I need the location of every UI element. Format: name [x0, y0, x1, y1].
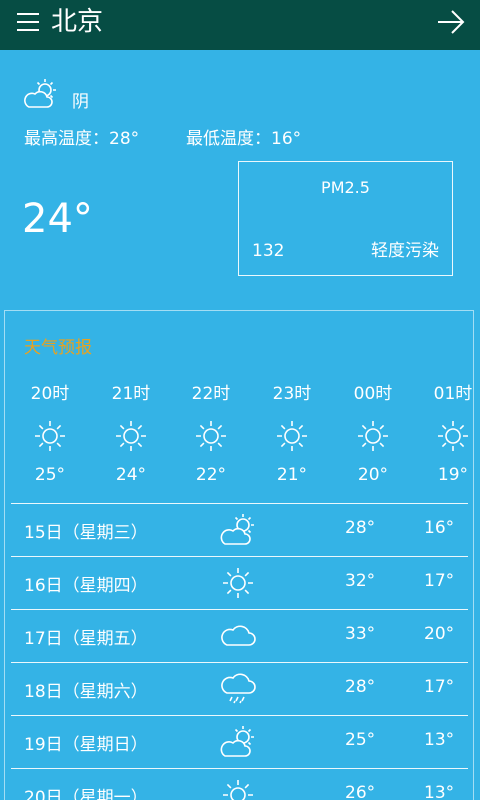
hour-time: 01时	[433, 384, 473, 404]
hour-time: 23时	[272, 384, 312, 404]
hour-temp: 22°	[195, 465, 227, 485]
daily-forecast: 15日（星期三） 28° 16° 16日（星期四） 32° 17° 17日（星期…	[11, 503, 468, 800]
day-high: 26°	[345, 783, 376, 800]
top-bar: 北京	[0, 0, 480, 50]
hour-temp: 21°	[276, 465, 308, 485]
current-condition: 阴	[72, 92, 89, 112]
hour-item: 01时 19°	[413, 381, 473, 485]
hour-item: 20时 25°	[10, 381, 90, 485]
day-high: 32°	[345, 571, 376, 591]
low-temperature: 最低温度：16°	[186, 129, 302, 149]
day-date: 16日（星期四）	[24, 576, 148, 596]
partly-cloudy-icon	[220, 725, 255, 757]
hour-time: 00时	[353, 384, 393, 404]
forecast-panel: 天气预报 20时 25° 21时 24° 22时 22° 23时 21° 00时…	[4, 310, 474, 800]
rain-icon	[221, 673, 256, 704]
day-row: 16日（星期四） 32° 17°	[11, 556, 468, 609]
pm25-level: 轻度污染	[371, 241, 439, 261]
day-high: 28°	[345, 518, 376, 538]
partly-cloudy-icon	[24, 79, 56, 108]
sun-icon	[276, 420, 308, 452]
sun-icon	[357, 420, 389, 452]
hour-time: 20时	[30, 384, 70, 404]
hour-item: 23时 21°	[252, 381, 332, 485]
pm25-value: 132	[252, 241, 285, 261]
day-row: 17日（星期五） 33° 20°	[11, 609, 468, 662]
cloud-icon	[221, 625, 256, 646]
sun-icon	[34, 420, 66, 452]
sun-icon	[437, 420, 469, 452]
forecast-title: 天气预报	[24, 338, 92, 358]
day-row: 18日（星期六） 28° 17°	[11, 662, 468, 715]
day-row: 15日（星期三） 28° 16°	[11, 503, 468, 556]
high-temperature: 最高温度：28°	[24, 129, 140, 149]
city-title: 北京	[51, 7, 104, 37]
hour-item: 22时 22°	[171, 381, 251, 485]
day-low: 17°	[424, 571, 455, 591]
day-date: 19日（星期日）	[24, 735, 148, 755]
hour-item: 00时 20°	[333, 381, 413, 485]
sun-icon	[195, 420, 227, 452]
day-low: 13°	[424, 783, 455, 800]
day-date: 20日（星期一）	[24, 788, 148, 800]
hour-temp: 25°	[34, 465, 66, 485]
hourly-forecast[interactable]: 20时 25° 21时 24° 22时 22° 23时 21° 00时 20° …	[5, 381, 473, 496]
day-low: 17°	[424, 677, 455, 697]
day-row: 20日（星期一） 26° 13°	[11, 768, 468, 800]
day-low: 16°	[424, 518, 455, 538]
hour-time: 21时	[111, 384, 151, 404]
hour-temp: 20°	[357, 465, 389, 485]
sun-icon	[222, 567, 254, 599]
hour-time: 22时	[191, 384, 231, 404]
current-temperature: 24°	[22, 196, 93, 242]
arrow-right-icon[interactable]	[436, 8, 466, 36]
day-low: 13°	[424, 730, 455, 750]
hour-item: 21时 24°	[91, 381, 171, 485]
sun-icon	[115, 420, 147, 452]
hour-temp: 19°	[437, 465, 469, 485]
hour-temp: 24°	[115, 465, 147, 485]
day-date: 18日（星期六）	[24, 682, 148, 702]
day-high: 25°	[345, 730, 376, 750]
partly-cloudy-icon	[220, 513, 255, 545]
pm25-panel: PM2.5 132 轻度污染	[238, 161, 453, 276]
menu-icon[interactable]	[17, 13, 39, 33]
day-date: 17日（星期五）	[24, 629, 148, 649]
pm25-title: PM2.5	[321, 178, 370, 197]
day-high: 33°	[345, 624, 376, 644]
day-low: 20°	[424, 624, 455, 644]
day-high: 28°	[345, 677, 376, 697]
day-date: 15日（星期三）	[24, 523, 148, 543]
day-row: 19日（星期日） 25° 13°	[11, 715, 468, 768]
sun-icon	[222, 779, 254, 800]
